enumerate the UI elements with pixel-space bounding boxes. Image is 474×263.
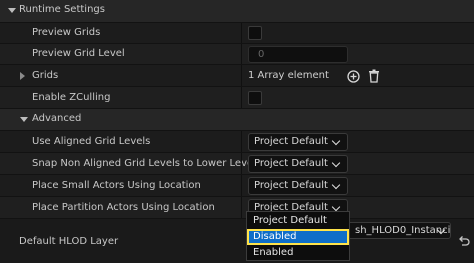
default-hlod-layer-combo[interactable]: sh_HLOD0_Instancin (340, 222, 451, 239)
menu-item-project-default[interactable]: Project Default (247, 213, 349, 228)
expand-arrow-icon[interactable] (20, 72, 25, 80)
menu-item-enabled[interactable]: Enabled (247, 245, 349, 260)
column-divider[interactable] (241, 153, 242, 174)
column-divider[interactable] (241, 131, 242, 152)
preview-grid-level-row: Preview Grid Level 0 (0, 43, 474, 64)
chevron-down-icon (331, 202, 341, 212)
preview-grid-level-label: Preview Grid Level (32, 48, 125, 59)
reset-to-default-icon[interactable] (458, 235, 470, 246)
combo-value: Project Default (254, 158, 328, 169)
column-divider[interactable] (241, 65, 242, 86)
column-divider[interactable] (241, 87, 242, 108)
column-divider[interactable] (241, 175, 242, 196)
collapse-arrow-icon[interactable] (20, 117, 28, 122)
column-divider[interactable] (241, 197, 242, 218)
snap-non-aligned-combo[interactable]: Project Default (248, 155, 348, 173)
place-partition-actors-label: Place Partition Actors Using Location (32, 202, 215, 213)
preview-grids-label: Preview Grids (32, 27, 101, 38)
snap-non-aligned-row: Snap Non Aligned Grid Levels to Lower Le… (0, 152, 474, 174)
collapse-arrow-icon[interactable] (8, 8, 16, 13)
use-aligned-grid-levels-row: Use Aligned Grid Levels Project Default (0, 130, 474, 152)
place-small-actors-row: Place Small Actors Using Location Projec… (0, 174, 474, 196)
place-partition-actors-row: Place Partition Actors Using Location Pr… (0, 196, 474, 218)
default-hlod-layer-row: Default HLOD Layer sh_HLOD0_Instancin (0, 218, 474, 263)
preview-grids-row: Preview Grids (0, 22, 474, 43)
grids-row: Grids 1 Array element (0, 64, 474, 86)
add-element-icon[interactable] (347, 70, 360, 83)
place-small-actors-combo[interactable]: Project Default (248, 177, 348, 195)
runtime-settings-title: Runtime Settings (19, 4, 105, 15)
column-divider[interactable] (241, 44, 242, 64)
use-aligned-grid-levels-label: Use Aligned Grid Levels (32, 136, 151, 147)
enable-zculling-checkbox[interactable] (248, 91, 262, 105)
chevron-down-icon (331, 158, 341, 168)
combo-value: Project Default (254, 136, 328, 147)
preview-grid-level-input[interactable]: 0 (248, 46, 348, 63)
default-hlod-layer-label: Default HLOD Layer (19, 236, 119, 247)
advanced-header[interactable]: Advanced (0, 108, 474, 130)
preview-grids-checkbox[interactable] (248, 26, 262, 40)
combo-value: Project Default (254, 180, 328, 191)
enable-zculling-label: Enable ZCulling (32, 92, 111, 103)
use-aligned-grid-levels-combo[interactable]: Project Default (248, 133, 348, 151)
runtime-settings-header[interactable]: Runtime Settings (0, 0, 474, 22)
chevron-down-icon (331, 180, 341, 190)
menu-item-disabled[interactable]: Disabled (247, 229, 349, 245)
trash-icon[interactable] (368, 69, 380, 83)
dropdown-menu: Project Default Disabled Enabled (246, 211, 350, 261)
column-divider[interactable] (241, 23, 242, 43)
grids-array-count: 1 Array element (248, 70, 329, 81)
grids-label: Grids (32, 70, 59, 81)
place-small-actors-label: Place Small Actors Using Location (32, 180, 201, 191)
enable-zculling-row: Enable ZCulling (0, 86, 474, 108)
chevron-down-icon (331, 136, 341, 146)
snap-non-aligned-label: Snap Non Aligned Grid Levels to Lower Le… (32, 158, 262, 169)
advanced-title: Advanced (32, 113, 82, 124)
